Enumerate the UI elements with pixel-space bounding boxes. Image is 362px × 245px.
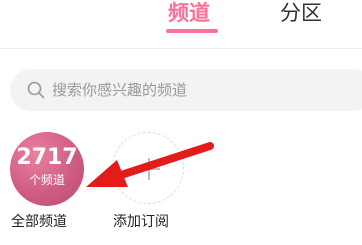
- search-icon: [27, 81, 45, 99]
- active-tab-indicator: [166, 29, 218, 33]
- channel-tab-bar: 频道 分区: [0, 0, 362, 50]
- tab-zones[interactable]: 分区: [280, 0, 322, 28]
- search-placeholder: 搜索你感兴趣的频道: [52, 81, 188, 99]
- tab-channels[interactable]: 频道: [168, 0, 210, 28]
- header-divider: [0, 48, 362, 49]
- all-channels-label[interactable]: 全部频道: [11, 212, 67, 232]
- add-subscription-tile[interactable]: [112, 132, 184, 204]
- add-subscription-label[interactable]: 添加订阅: [113, 212, 169, 232]
- all-channels-tile[interactable]: 2717 个频道: [10, 132, 84, 206]
- channel-count-unit: 个频道: [28, 173, 65, 187]
- channel-search-bar[interactable]: 搜索你感兴趣的频道: [10, 69, 362, 111]
- channel-count: 2717: [16, 145, 78, 170]
- plus-icon: [138, 158, 160, 180]
